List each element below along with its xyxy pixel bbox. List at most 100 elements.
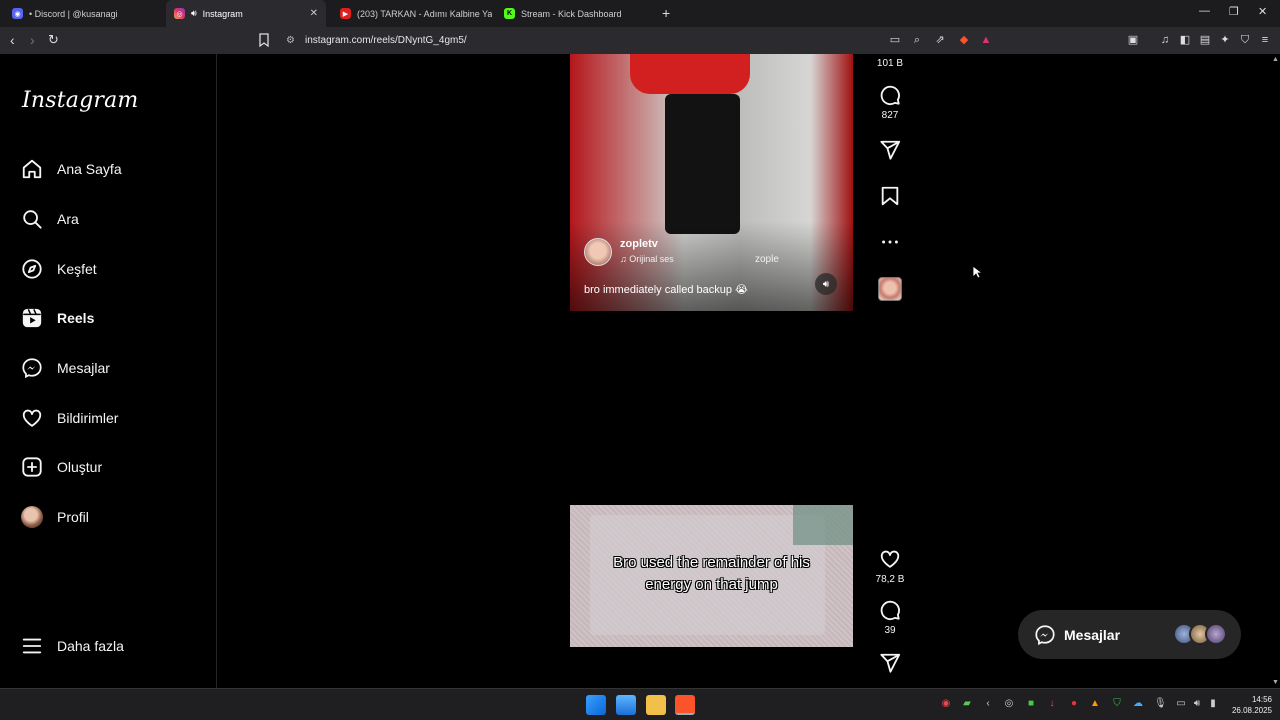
- share-button[interactable]: [879, 139, 901, 161]
- tray-app-icon[interactable]: ■: [1025, 698, 1037, 710]
- screenshot-icon[interactable]: ▣: [1126, 33, 1140, 47]
- menu-icon[interactable]: ≡: [1258, 33, 1272, 47]
- tab-title: Stream - Kick Dashboard: [521, 8, 622, 19]
- youtube-icon: ▶: [340, 8, 351, 19]
- instagram-logo[interactable]: Instagram: [22, 88, 138, 113]
- sidebar-item-label: Mesajlar: [57, 360, 110, 376]
- url-text: instagram.com/reels/DNyntG_4gm5/: [304, 35, 467, 46]
- like-button[interactable]: 78,2 B: [876, 548, 904, 585]
- reel-username[interactable]: zopletv: [620, 238, 674, 250]
- tray-obs-icon[interactable]: ◉: [940, 698, 952, 710]
- avatar: [21, 506, 43, 528]
- sidebar-item-label: Keşfet: [57, 261, 97, 277]
- sidebar-item-search[interactable]: Ara: [21, 204, 79, 234]
- leo-ai-icon[interactable]: ✦: [1218, 33, 1232, 47]
- tray-volume-icon[interactable]: 🔊︎: [1191, 698, 1203, 710]
- tab-title: Instagram: [202, 8, 243, 19]
- reel-audio-owner[interactable]: zople: [755, 254, 779, 265]
- sidebar-item-home[interactable]: Ana Sayfa: [21, 154, 122, 184]
- tray-nvidia-icon[interactable]: ▰: [961, 698, 973, 710]
- sidebar-item-messages[interactable]: Mesajlar: [21, 353, 110, 383]
- tab-youtube[interactable]: ▶ (203) TARKAN - Adımı Kalbine Yaz (O: [332, 0, 492, 27]
- browser-tab-bar: ◉ • Discord | @kusanagi ◎ 🔊︎ Instagram ✕…: [0, 0, 1280, 27]
- sidebar-item-notifications[interactable]: Bildirimler: [21, 403, 118, 433]
- tray-shield-icon[interactable]: ⛉: [1111, 698, 1123, 710]
- photos-app-icon[interactable]: [616, 695, 636, 715]
- bookmark-icon[interactable]: [258, 32, 270, 48]
- back-button[interactable]: ‹: [10, 32, 15, 48]
- avatar[interactable]: [584, 238, 612, 266]
- clock-date: 26.08.2025: [1231, 706, 1272, 715]
- tray-warning-icon[interactable]: ▲: [1089, 698, 1101, 710]
- tray-microphone-icon[interactable]: 🎙︎: [1154, 698, 1167, 710]
- sidebar-toggle-icon[interactable]: ◧: [1178, 33, 1192, 47]
- messenger-icon: [1035, 624, 1055, 645]
- share-button[interactable]: [879, 652, 901, 674]
- restore-icon[interactable]: ❐: [1229, 5, 1239, 18]
- reel-video[interactable]: Bro used the remainder of his energy on …: [570, 505, 853, 647]
- tray-steam-icon[interactable]: ◎: [1003, 698, 1015, 710]
- scroll-down-icon[interactable]: ▼: [1272, 679, 1279, 686]
- hamburger-icon: [22, 638, 42, 654]
- comment-count: 39: [884, 625, 896, 636]
- close-tab-icon[interactable]: ✕: [310, 8, 318, 19]
- comment-button[interactable]: 39: [879, 599, 901, 636]
- reel-actions: 78,2 B 39: [868, 548, 912, 674]
- reel-audio[interactable]: ♫ Orijinal ses: [620, 254, 674, 264]
- zoom-icon[interactable]: ⌕: [910, 33, 924, 47]
- audio-thumbnail[interactable]: [878, 277, 902, 301]
- sidebar-item-create[interactable]: Oluştur: [21, 452, 102, 482]
- tray-record-icon[interactable]: ●: [1068, 698, 1080, 710]
- video-frame-shirt: [630, 54, 750, 94]
- brave-shields-icon[interactable]: ◆: [957, 33, 971, 47]
- reload-button[interactable]: ↻: [48, 32, 59, 48]
- start-menu-icon[interactable]: [586, 695, 606, 715]
- audio-label: Orijinal ses: [629, 254, 674, 264]
- reel-author[interactable]: zopletv ♫ Orijinal ses: [584, 238, 674, 266]
- file-explorer-icon[interactable]: [646, 695, 666, 715]
- site-settings-icon[interactable]: ⚙︎: [286, 35, 295, 46]
- sidebar-item-label: Ana Sayfa: [57, 161, 122, 177]
- tray-arrow-icon[interactable]: ‹: [982, 698, 994, 710]
- like-count: 101 B: [876, 58, 904, 69]
- comment-count: 827: [881, 110, 899, 121]
- reel-caption: bro immediately called backup 😭: [584, 284, 748, 296]
- compass-icon: [22, 259, 42, 279]
- forward-button[interactable]: ›: [30, 32, 35, 48]
- sidebar-item-profile[interactable]: Profil: [21, 502, 89, 532]
- tab-instagram[interactable]: ◎ 🔊︎ Instagram ✕: [166, 0, 326, 27]
- tab-kick[interactable]: K Stream - Kick Dashboard: [496, 0, 656, 27]
- tray-network-icon[interactable]: ▭: [1175, 698, 1187, 710]
- save-button[interactable]: [879, 185, 901, 207]
- media-icon[interactable]: ♫: [1158, 33, 1172, 47]
- reader-mode-icon[interactable]: ▭: [888, 33, 902, 47]
- new-tab-button[interactable]: +: [662, 5, 670, 21]
- share-icon[interactable]: ⇗: [933, 33, 947, 47]
- close-window-icon[interactable]: ✕: [1258, 5, 1267, 18]
- discord-icon: ◉: [12, 8, 23, 19]
- wallet-icon[interactable]: ▤: [1198, 33, 1212, 47]
- heart-icon: [880, 550, 900, 568]
- brave-rewards-icon[interactable]: ▲: [979, 33, 993, 47]
- sidebar-item-more[interactable]: Daha fazla: [21, 631, 124, 661]
- tray-download-icon[interactable]: ↓: [1046, 698, 1058, 710]
- scroll-up-icon[interactable]: ▲: [1272, 56, 1279, 63]
- minimize-icon[interactable]: —: [1199, 5, 1210, 17]
- sidebar-item-label: Bildirimler: [57, 410, 119, 426]
- reel-video[interactable]: zopletv ♫ Orijinal ses zople bro immedia…: [570, 54, 853, 311]
- volume-icon[interactable]: 🔊︎: [815, 273, 837, 295]
- vpn-icon[interactable]: ⛉: [1238, 33, 1252, 47]
- browser-toolbar: ‹ › ↻ ⚙︎ instagram.com/reels/DNyntG_4gm5…: [0, 27, 1280, 54]
- like-button[interactable]: 101 B: [877, 58, 903, 69]
- tab-discord[interactable]: ◉ • Discord | @kusanagi: [4, 0, 164, 27]
- brave-browser-icon[interactable]: [675, 695, 695, 715]
- messages-popup-button[interactable]: Mesajlar: [1018, 610, 1241, 659]
- taskbar-clock[interactable]: 14:56 26.08.2025: [1232, 694, 1272, 716]
- more-options-button[interactable]: [879, 231, 901, 253]
- sidebar-item-explore[interactable]: Keşfet: [21, 254, 97, 284]
- tray-battery-icon[interactable]: ▮: [1207, 698, 1219, 710]
- comment-button[interactable]: 827: [879, 84, 901, 121]
- tray-cloud-icon[interactable]: ☁: [1132, 698, 1144, 710]
- sidebar-item-reels[interactable]: Reels: [21, 303, 94, 333]
- page-scrollbar[interactable]: ▲ ▼: [1271, 54, 1280, 688]
